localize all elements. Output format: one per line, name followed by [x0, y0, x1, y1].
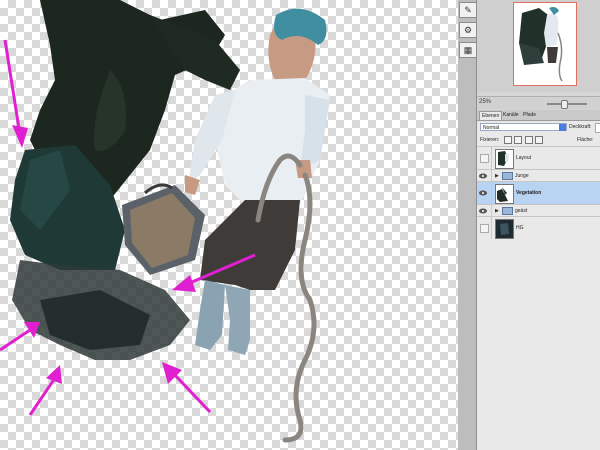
navigator-zoom-bar: 25%	[477, 96, 600, 109]
opacity-label: Deckkraft:	[569, 124, 592, 130]
lock-all-icon[interactable]	[535, 136, 544, 144]
brush-preset-icon[interactable]: ✎	[459, 2, 477, 18]
layer-thumbnail	[495, 149, 514, 169]
artwork	[0, 0, 330, 443]
tab-ebenen[interactable]: Ebenen	[479, 111, 503, 120]
layer-row-layout[interactable]: Layout	[477, 146, 600, 169]
eye-icon[interactable]	[479, 190, 487, 196]
blend-row: Normal Deckkraft:	[477, 121, 600, 134]
panel-icon-strip: ✎ ⚙ ▦	[458, 0, 477, 450]
suitcase	[122, 183, 205, 275]
layer-name: Layout	[516, 155, 532, 161]
layer-group-junge[interactable]: ▶ Junge	[477, 169, 600, 181]
eye-icon[interactable]	[479, 173, 487, 179]
document-canvas[interactable]	[0, 0, 458, 450]
layer-thumbnail	[495, 184, 514, 204]
blend-mode-value: Normal	[483, 125, 500, 131]
layer-group-geaest[interactable]: ▶ geäst	[477, 204, 600, 216]
tab-kanaele[interactable]: Kanäle	[501, 111, 521, 119]
blend-mode-select[interactable]: Normal	[480, 123, 567, 131]
layer-row-vegetation[interactable]: Vegetation	[477, 181, 600, 204]
zoom-slider-knob[interactable]	[561, 100, 568, 109]
layer-name: HG	[516, 225, 524, 231]
layer-name: geäst	[515, 207, 528, 214]
disclosure-triangle-icon[interactable]: ▶	[495, 173, 499, 179]
layers-panel: Ebenen Kanäle Pfade Normal Deckkraft: Fi…	[477, 110, 600, 450]
clone-source-icon[interactable]: ⚙	[459, 22, 477, 38]
layer-row-hg[interactable]: HG	[477, 216, 600, 239]
navigator-panel	[477, 0, 600, 92]
zoom-value[interactable]: 25%	[479, 99, 491, 105]
lock-label: Fixieren:	[480, 137, 500, 143]
layer-list: Layout ▶ Junge Vegetation ▶ geäst HG	[477, 146, 600, 239]
panel-dock: 25% Ebenen Kanäle Pfade Normal Deckkraft…	[477, 0, 600, 450]
layer-name: Vegetation	[516, 190, 542, 196]
opacity-input[interactable]	[595, 123, 600, 133]
navigator-preview[interactable]	[513, 2, 577, 86]
visibility-toggle[interactable]	[480, 154, 489, 163]
lock-position-icon[interactable]	[524, 136, 533, 144]
visibility-toggle[interactable]	[480, 224, 489, 233]
layers-panel-tabs: Ebenen Kanäle Pfade	[477, 110, 600, 121]
chevron-down-icon	[559, 124, 566, 131]
eye-icon[interactable]	[479, 208, 487, 214]
folder-icon	[502, 172, 513, 180]
fill-label: Fläche:	[577, 137, 594, 143]
lock-image-icon[interactable]	[514, 136, 523, 144]
tab-pfade[interactable]: Pfade	[521, 111, 538, 119]
disclosure-triangle-icon[interactable]: ▶	[495, 208, 499, 214]
lock-icons	[504, 136, 544, 144]
layer-name: Junge	[515, 172, 529, 179]
info-panel-icon[interactable]: ▦	[459, 42, 477, 58]
lock-transparency-icon[interactable]	[504, 136, 512, 144]
folder-icon	[502, 207, 513, 215]
layer-thumbnail	[495, 219, 514, 239]
